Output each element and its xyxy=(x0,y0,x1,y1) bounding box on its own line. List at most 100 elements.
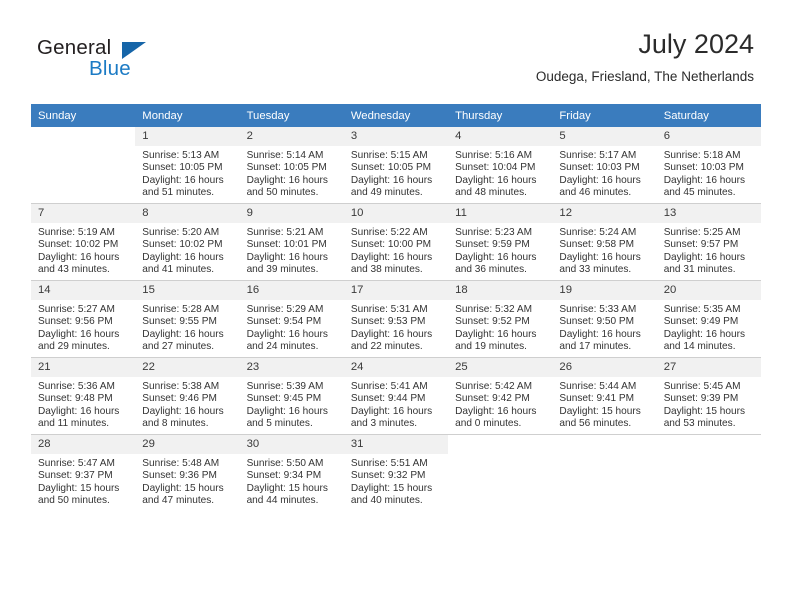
day-info: Sunrise: 5:23 AM Sunset: 9:59 PM Dayligh… xyxy=(448,223,552,276)
sunset-text: Sunset: 9:50 PM xyxy=(559,316,635,328)
sunset-text: Sunset: 10:00 PM xyxy=(350,239,432,251)
daylight-text-line1: Daylight: 16 hours xyxy=(142,174,224,186)
day-number: 12 xyxy=(552,204,657,223)
daylight-text-line2: and 0 minutes. xyxy=(455,417,522,429)
sunset-text: Sunset: 9:46 PM xyxy=(142,393,217,405)
day-cell[interactable]: 23 Sunrise: 5:39 AM Sunset: 9:45 PM Dayl… xyxy=(239,357,344,435)
sunrise-text: Sunrise: 5:19 AM xyxy=(38,227,115,238)
day-cell[interactable]: 17 Sunrise: 5:31 AM Sunset: 9:53 PM Dayl… xyxy=(343,280,449,358)
day-number xyxy=(656,435,761,454)
day-cell[interactable]: 5 Sunrise: 5:17 AM Sunset: 10:03 PM Dayl… xyxy=(552,127,657,204)
day-number: 13 xyxy=(656,204,761,223)
logo-text-blue: Blue xyxy=(89,57,131,80)
day-cell[interactable]: 20 Sunrise: 5:35 AM Sunset: 9:49 PM Dayl… xyxy=(656,280,761,358)
day-info: Sunrise: 5:42 AM Sunset: 9:42 PM Dayligh… xyxy=(448,377,552,430)
day-cell-empty xyxy=(448,434,553,511)
daylight-text-line1: Daylight: 16 hours xyxy=(455,405,537,417)
weekday-header-thursday: Thursday xyxy=(448,104,553,127)
day-cell[interactable]: 8 Sunrise: 5:20 AM Sunset: 10:02 PM Dayl… xyxy=(135,203,240,281)
day-cell[interactable]: 7 Sunrise: 5:19 AM Sunset: 10:02 PM Dayl… xyxy=(31,203,136,281)
day-info: Sunrise: 5:44 AM Sunset: 9:41 PM Dayligh… xyxy=(552,377,656,430)
sunrise-text: Sunrise: 5:27 AM xyxy=(38,304,115,315)
daylight-text-line2: and 39 minutes. xyxy=(246,263,319,275)
sunrise-sunset-calendar-table: Sunday Monday Tuesday Wednesday Thursday… xyxy=(31,104,761,511)
sunset-text: Sunset: 9:58 PM xyxy=(559,239,635,251)
day-cell[interactable]: 16 Sunrise: 5:29 AM Sunset: 9:54 PM Dayl… xyxy=(239,280,344,358)
day-info: Sunrise: 5:50 AM Sunset: 9:34 PM Dayligh… xyxy=(240,454,344,507)
day-number: 17 xyxy=(343,281,449,300)
daylight-text-line1: Daylight: 16 hours xyxy=(142,405,224,417)
day-number: 28 xyxy=(31,435,136,454)
sunset-text: Sunset: 9:34 PM xyxy=(246,470,322,482)
weekday-header-monday: Monday xyxy=(135,104,240,127)
day-info: Sunrise: 5:14 AM Sunset: 10:05 PM Daylig… xyxy=(240,146,344,199)
day-cell[interactable]: 18 Sunrise: 5:32 AM Sunset: 9:52 PM Dayl… xyxy=(448,280,553,358)
sunrise-text: Sunrise: 5:17 AM xyxy=(559,150,637,161)
day-number: 23 xyxy=(239,358,344,377)
day-cell[interactable]: 11 Sunrise: 5:23 AM Sunset: 9:59 PM Dayl… xyxy=(448,203,553,281)
weekday-header-friday: Friday xyxy=(552,104,657,127)
sunrise-text: Sunrise: 5:41 AM xyxy=(350,381,428,392)
sunset-text: Sunset: 9:53 PM xyxy=(350,316,426,328)
day-cell[interactable]: 6 Sunrise: 5:18 AM Sunset: 10:03 PM Dayl… xyxy=(656,127,761,204)
sunset-text: Sunset: 9:48 PM xyxy=(38,393,113,405)
day-info: Sunrise: 5:47 AM Sunset: 9:37 PM Dayligh… xyxy=(31,454,135,507)
sunset-text: Sunset: 9:44 PM xyxy=(350,393,426,405)
day-cell[interactable]: 22 Sunrise: 5:38 AM Sunset: 9:46 PM Dayl… xyxy=(135,357,240,435)
day-cell[interactable]: 21 Sunrise: 5:36 AM Sunset: 9:48 PM Dayl… xyxy=(31,357,136,435)
day-cell[interactable]: 2 Sunrise: 5:14 AM Sunset: 10:05 PM Dayl… xyxy=(239,127,344,204)
day-cell-empty xyxy=(31,127,136,204)
sunrise-text: Sunrise: 5:39 AM xyxy=(246,381,324,392)
sunset-text: Sunset: 9:37 PM xyxy=(38,470,113,482)
day-number: 4 xyxy=(448,127,553,146)
daylight-text-line2: and 38 minutes. xyxy=(350,263,423,275)
sunset-text: Sunset: 9:42 PM xyxy=(455,393,530,405)
weekday-header-sunday: Sunday xyxy=(31,104,136,127)
sunset-text: Sunset: 10:01 PM xyxy=(246,239,327,251)
calendar-header-row-group: Sunday Monday Tuesday Wednesday Thursday… xyxy=(31,104,761,127)
day-info: Sunrise: 5:38 AM Sunset: 9:46 PM Dayligh… xyxy=(135,377,239,430)
day-cell[interactable]: 3 Sunrise: 5:15 AM Sunset: 10:05 PM Dayl… xyxy=(343,127,449,204)
daylight-text-line2: and 50 minutes. xyxy=(38,494,110,506)
day-info: Sunrise: 5:29 AM Sunset: 9:54 PM Dayligh… xyxy=(240,300,344,353)
day-cell[interactable]: 25 Sunrise: 5:42 AM Sunset: 9:42 PM Dayl… xyxy=(448,357,553,435)
day-cell[interactable]: 4 Sunrise: 5:16 AM Sunset: 10:04 PM Dayl… xyxy=(448,127,553,204)
day-cell[interactable]: 28 Sunrise: 5:47 AM Sunset: 9:37 PM Dayl… xyxy=(31,434,136,511)
day-cell[interactable]: 12 Sunrise: 5:24 AM Sunset: 9:58 PM Dayl… xyxy=(552,203,657,281)
day-cell[interactable]: 10 Sunrise: 5:22 AM Sunset: 10:00 PM Day… xyxy=(343,203,449,281)
day-cell-empty xyxy=(656,434,761,511)
sunrise-text: Sunrise: 5:47 AM xyxy=(38,458,115,469)
day-info: Sunrise: 5:22 AM Sunset: 10:00 PM Daylig… xyxy=(344,223,448,276)
day-cell[interactable]: 1 Sunrise: 5:13 AM Sunset: 10:05 PM Dayl… xyxy=(135,127,240,204)
day-cell[interactable]: 14 Sunrise: 5:27 AM Sunset: 9:56 PM Dayl… xyxy=(31,280,136,358)
day-cell[interactable]: 31 Sunrise: 5:51 AM Sunset: 9:32 PM Dayl… xyxy=(343,434,449,511)
day-cell[interactable]: 13 Sunrise: 5:25 AM Sunset: 9:57 PM Dayl… xyxy=(656,203,761,281)
day-cell[interactable]: 30 Sunrise: 5:50 AM Sunset: 9:34 PM Dayl… xyxy=(239,434,344,511)
sunset-text: Sunset: 9:39 PM xyxy=(663,393,739,405)
sunset-text: Sunset: 10:05 PM xyxy=(246,162,327,174)
sunset-text: Sunset: 10:04 PM xyxy=(455,162,536,174)
day-number: 8 xyxy=(135,204,240,223)
day-info: Sunrise: 5:32 AM Sunset: 9:52 PM Dayligh… xyxy=(448,300,552,353)
day-cell[interactable]: 24 Sunrise: 5:41 AM Sunset: 9:44 PM Dayl… xyxy=(343,357,449,435)
daylight-text-line1: Daylight: 16 hours xyxy=(455,251,537,263)
calendar-week-row: 21 Sunrise: 5:36 AM Sunset: 9:48 PM Dayl… xyxy=(31,357,761,435)
day-cell[interactable]: 19 Sunrise: 5:33 AM Sunset: 9:50 PM Dayl… xyxy=(552,280,657,358)
day-info: Sunrise: 5:39 AM Sunset: 9:45 PM Dayligh… xyxy=(240,377,344,430)
daylight-text-line1: Daylight: 15 hours xyxy=(559,405,641,417)
daylight-text-line2: and 50 minutes. xyxy=(246,186,319,198)
daylight-text-line2: and 51 minutes. xyxy=(142,186,215,198)
day-number: 14 xyxy=(31,281,136,300)
sunrise-text: Sunrise: 5:38 AM xyxy=(142,381,220,392)
day-cell[interactable]: 9 Sunrise: 5:21 AM Sunset: 10:01 PM Dayl… xyxy=(239,203,344,281)
day-cell[interactable]: 27 Sunrise: 5:45 AM Sunset: 9:39 PM Dayl… xyxy=(656,357,761,435)
day-cell[interactable]: 29 Sunrise: 5:48 AM Sunset: 9:36 PM Dayl… xyxy=(135,434,240,511)
day-info: Sunrise: 5:36 AM Sunset: 9:48 PM Dayligh… xyxy=(31,377,135,430)
day-cell[interactable]: 26 Sunrise: 5:44 AM Sunset: 9:41 PM Dayl… xyxy=(552,357,657,435)
sunrise-text: Sunrise: 5:32 AM xyxy=(455,304,532,315)
sunset-text: Sunset: 9:54 PM xyxy=(246,316,322,328)
weekday-header-row: Sunday Monday Tuesday Wednesday Thursday… xyxy=(31,104,761,127)
daylight-text-line2: and 43 minutes. xyxy=(38,263,110,275)
daylight-text-line1: Daylight: 16 hours xyxy=(142,251,224,263)
day-cell[interactable]: 15 Sunrise: 5:28 AM Sunset: 9:55 PM Dayl… xyxy=(135,280,240,358)
